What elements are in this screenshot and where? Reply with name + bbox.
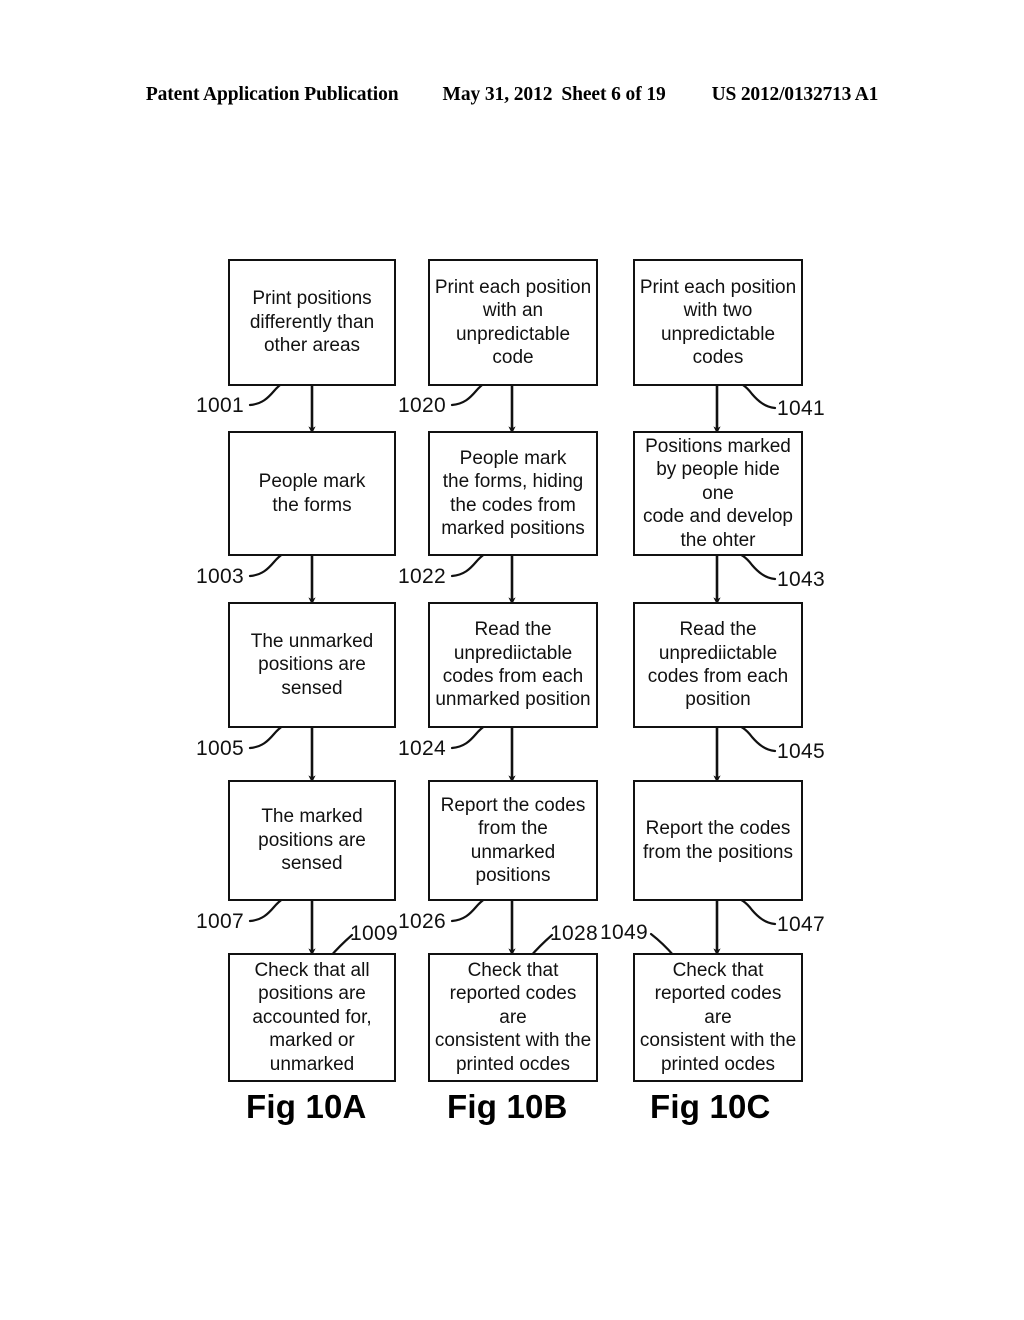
figure-10-diagram: Print positions differently than other a…: [0, 0, 1024, 1320]
flow-box-1007[interactable]: The marked positions are sensed: [228, 780, 396, 901]
figure-caption-10a: Fig 10A: [246, 1088, 367, 1125]
flow-box-label: Print each position with two unpredictab…: [639, 276, 797, 368]
flow-box-label: Check that reported codes are consistent…: [434, 960, 592, 1075]
flow-box-label: The unmarked positions are sensed: [250, 630, 374, 699]
ref-numeral-1003: 1003: [196, 565, 244, 588]
flow-box-label: Check that all positions are accounted f…: [252, 960, 372, 1075]
flow-box-label: Print each position with an unpredictabl…: [434, 276, 592, 368]
figure-caption-10c: Fig 10C: [650, 1088, 771, 1125]
flow-box-1020[interactable]: Print each position with an unpredictabl…: [428, 259, 598, 386]
flow-box-label: Report the codes from the unmarked posit…: [440, 794, 586, 886]
ref-numeral-1009: 1009: [350, 922, 398, 945]
flow-box-label: People mark the forms, hiding the codes …: [441, 447, 585, 539]
ref-numeral-1024: 1024: [398, 737, 446, 760]
flow-box-label: Check that reported codes are consistent…: [639, 960, 797, 1075]
flow-box-1026[interactable]: Report the codes from the unmarked posit…: [428, 780, 598, 901]
ref-numeral-1001: 1001: [196, 394, 244, 417]
flow-box-1049[interactable]: Check that reported codes are consistent…: [633, 953, 803, 1082]
flow-box-1041[interactable]: Print each position with two unpredictab…: [633, 259, 803, 386]
flow-box-1043[interactable]: Positions marked by people hide one code…: [633, 431, 803, 556]
ref-numeral-1049: 1049: [600, 921, 648, 944]
flow-box-label: People mark the forms: [258, 471, 366, 516]
ref-numeral-1007: 1007: [196, 910, 244, 933]
flow-box-1001[interactable]: Print positions differently than other a…: [228, 259, 396, 386]
flow-box-1028[interactable]: Check that reported codes are consistent…: [428, 953, 598, 1082]
flow-box-label: The marked positions are sensed: [258, 806, 366, 875]
flow-box-label: Print positions differently than other a…: [249, 288, 375, 357]
ref-numeral-1028: 1028: [550, 922, 598, 945]
ref-numeral-1022: 1022: [398, 565, 446, 588]
flow-box-1003[interactable]: People mark the forms: [228, 431, 396, 556]
ref-numeral-1041: 1041: [777, 397, 825, 420]
flow-box-1022[interactable]: People mark the forms, hiding the codes …: [428, 431, 598, 556]
flow-box-label: Positions marked by people hide one code…: [642, 436, 793, 551]
ref-numeral-1047: 1047: [777, 913, 825, 936]
figure-caption-10b: Fig 10B: [447, 1088, 568, 1125]
flow-box-label: Read the unprediictable codes from each …: [647, 619, 789, 711]
flow-box-1005[interactable]: The unmarked positions are sensed: [228, 602, 396, 728]
flow-box-label: Read the unprediictable codes from each …: [435, 619, 591, 711]
flow-box-1045[interactable]: Read the unprediictable codes from each …: [633, 602, 803, 728]
ref-numeral-1020: 1020: [398, 394, 446, 417]
flow-box-1024[interactable]: Read the unprediictable codes from each …: [428, 602, 598, 728]
ref-numeral-1043: 1043: [777, 568, 825, 591]
ref-numeral-1045: 1045: [777, 740, 825, 763]
ref-numeral-1005: 1005: [196, 737, 244, 760]
flow-box-1047[interactable]: Report the codes from the positions: [633, 780, 803, 901]
flow-box-1009[interactable]: Check that all positions are accounted f…: [228, 953, 396, 1082]
flow-box-label: Report the codes from the positions: [643, 818, 793, 863]
ref-numeral-1026: 1026: [398, 910, 446, 933]
